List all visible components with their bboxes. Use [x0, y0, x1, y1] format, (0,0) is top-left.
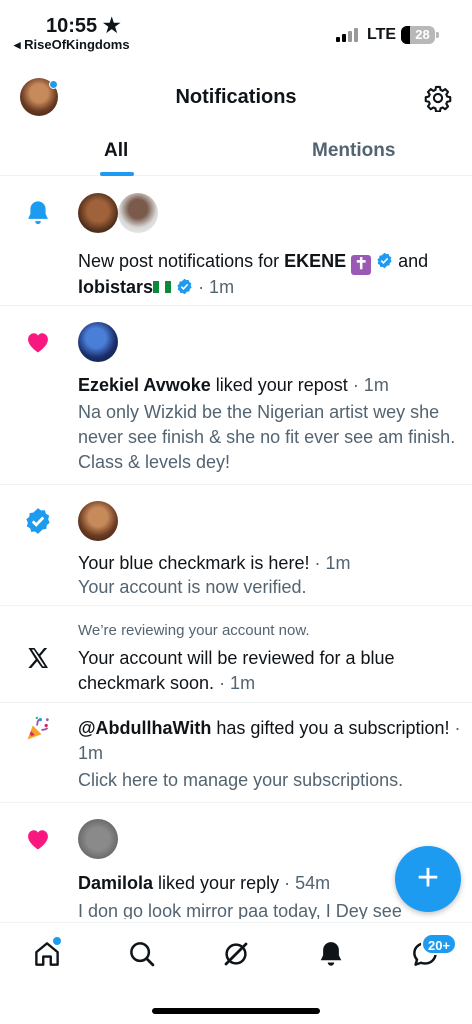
signal-strength-icon: [336, 28, 360, 42]
x-logo-icon: [28, 648, 48, 668]
party-popper-icon: [27, 716, 49, 740]
heart-icon: [28, 333, 48, 353]
search-icon[interactable]: [127, 939, 157, 969]
battery-level: 28: [415, 27, 430, 42]
notification-item[interactable]: Ezekiel Avwoke liked your repost · 1m Na…: [0, 306, 472, 485]
header: Notifications: [0, 70, 472, 126]
verified-badge-icon: [377, 252, 392, 269]
timestamp: · 1m: [347, 375, 389, 395]
nigeria-flag-icon: [153, 281, 172, 293]
bell-icon: [28, 201, 48, 225]
user-name-ezekiel[interactable]: Ezekiel Avwoke: [78, 375, 211, 395]
notification-prefix: New post notifications for: [78, 251, 285, 271]
home-unread-dot: [53, 937, 61, 945]
status-time: 10:55 ★: [46, 15, 121, 37]
notification-header: We’re reviewing your account now.: [78, 622, 310, 639]
notification-action: has gifted you a subscription!: [211, 718, 450, 738]
verified-badge-icon: [26, 508, 50, 534]
compose-post-button[interactable]: +: [395, 846, 461, 912]
user-handle-abdullhawith[interactable]: @AbdullhaWith: [78, 718, 211, 738]
grok-icon[interactable]: [221, 939, 251, 969]
user-name-lobistars[interactable]: lobistars: [78, 277, 153, 297]
tab-all[interactable]: All: [104, 140, 128, 162]
notification-text: @AbdullhaWith has gifted you a subscript…: [78, 716, 462, 766]
notification-action: liked your reply: [153, 873, 280, 893]
notification-item[interactable]: New post notifications for EKENE ✝ and l…: [0, 177, 472, 306]
plus-icon: +: [416, 857, 440, 899]
my-avatar[interactable]: [78, 501, 118, 541]
battery-icon: 28: [401, 26, 435, 44]
user-name-damilola[interactable]: Damilola: [78, 873, 153, 893]
cross-emoji-icon: ✝: [351, 255, 372, 275]
manage-subscriptions-link[interactable]: Click here to manage your subscriptions.: [78, 768, 462, 793]
active-tab-indicator: [100, 172, 134, 176]
damilola-avatar[interactable]: [78, 819, 118, 859]
timestamp: · 1m: [214, 673, 256, 693]
lobistars-avatar[interactable]: [118, 193, 158, 233]
notification-body: Your account is now verified.: [78, 577, 307, 597]
ekene-avatar[interactable]: [78, 193, 118, 233]
notification-text: Your account will be reviewed for a blue…: [78, 646, 462, 696]
timestamp: · 1m: [198, 277, 235, 297]
user-name-ekene[interactable]: EKENE: [284, 251, 346, 271]
ezekiel-avatar[interactable]: [78, 322, 118, 362]
notification-action: liked your repost: [210, 375, 348, 395]
notification-text: Your blue checkmark is here! · 1m: [78, 551, 462, 576]
notification-item[interactable]: We’re reviewing your account now. Your a…: [0, 606, 472, 703]
notification-text: New post notifications for EKENE ✝ and l…: [78, 249, 462, 300]
notification-title: Your blue checkmark is here!: [78, 553, 310, 573]
notification-item[interactable]: Your blue checkmark is here! · 1m Your a…: [0, 485, 472, 606]
back-to-app-link[interactable]: ◂ RiseOfKingdoms: [14, 37, 130, 53]
home-indicator: [152, 1008, 320, 1014]
settings-gear-icon[interactable]: [424, 84, 452, 112]
tab-mentions[interactable]: Mentions: [312, 140, 395, 162]
heart-icon: [28, 830, 48, 850]
network-type: LTE: [367, 26, 397, 43]
conjunction-text: and: [393, 251, 429, 271]
notification-item[interactable]: @AbdullhaWith has gifted you a subscript…: [0, 703, 472, 803]
post-preview-text: Na only Wizkid be the Nigerian artist we…: [78, 402, 456, 472]
timestamp: · 1m: [309, 553, 351, 573]
notification-text: Ezekiel Avwoke liked your repost · 1m: [78, 373, 462, 398]
messages-badge: 20+: [421, 933, 458, 955]
notifications-icon[interactable]: [316, 939, 346, 969]
tab-bar: All Mentions: [0, 130, 472, 176]
status-bar: 10:55 ★ ◂ RiseOfKingdoms LTE 28: [0, 0, 472, 56]
verified-badge-icon: [177, 278, 192, 295]
timestamp: · 54m: [279, 873, 331, 893]
page-title: Notifications: [175, 86, 297, 108]
